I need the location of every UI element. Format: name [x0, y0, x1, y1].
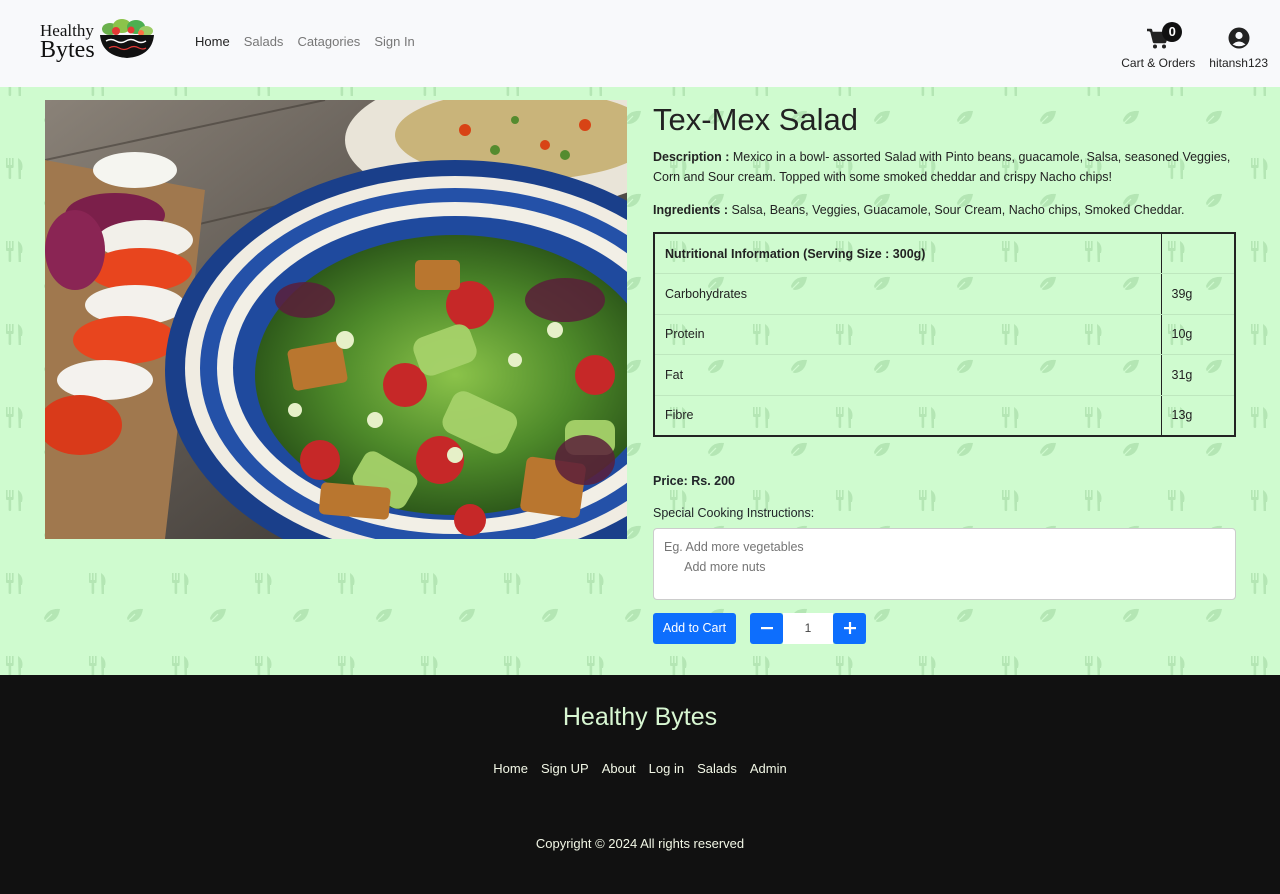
- navbar: Healthy Bytes Home Salads Catagories Sig…: [0, 0, 1280, 87]
- special-instructions-label: Special Cooking Instructions:: [653, 505, 815, 520]
- nutrient-name: Fat: [654, 354, 1161, 396]
- user-account-link[interactable]: hitansh123: [1209, 24, 1268, 70]
- nutrition-header: Nutritional Information (Serving Size : …: [654, 233, 1161, 274]
- nav-link-sign-in[interactable]: Sign In: [374, 34, 414, 49]
- increase-quantity-button[interactable]: [833, 612, 866, 644]
- minus-icon: [760, 627, 773, 630]
- nav-link-home[interactable]: Home: [195, 34, 230, 49]
- user-circle-icon: [1228, 27, 1250, 49]
- footer-links: Home Sign UP About Log in Salads Admin: [0, 761, 1280, 776]
- product-price: Price: Rs. 200: [653, 473, 735, 488]
- user-name-label: hitansh123: [1209, 56, 1268, 70]
- quantity-stepper: [750, 612, 866, 644]
- product-description: Description : Mexico in a bowl- assorted…: [653, 147, 1236, 187]
- footer-link-salads[interactable]: Salads: [697, 761, 737, 776]
- nav-right: 0 Cart & Orders hitansh123: [1121, 22, 1268, 70]
- cart-orders-link[interactable]: 0 Cart & Orders: [1121, 22, 1196, 70]
- description-text: Mexico in a bowl- assorted Salad with Pi…: [653, 150, 1231, 184]
- footer-link-log-in[interactable]: Log in: [649, 761, 684, 776]
- nutrient-value: 13g: [1160, 395, 1235, 436]
- cart-icon-wrap: 0: [1144, 22, 1183, 49]
- nutrient-name: Fibre: [654, 395, 1161, 436]
- nutrition-header-value: [1160, 233, 1235, 274]
- salad-bowl-logo-icon: [100, 19, 154, 58]
- nutrition-header-row: Nutritional Information (Serving Size : …: [654, 233, 1235, 274]
- footer-link-sign-up[interactable]: Sign UP: [541, 761, 589, 776]
- footer-link-admin[interactable]: Admin: [750, 761, 787, 776]
- copyright-text: Copyright © 2024 All rights reserved: [535, 836, 745, 851]
- product-ingredients: Ingredients : Salsa, Beans, Veggies, Gua…: [653, 200, 1236, 220]
- special-instructions-input[interactable]: [653, 527, 1236, 600]
- ingredients-label: Ingredients :: [653, 203, 729, 217]
- product-image: [45, 100, 627, 539]
- table-row: Fat 31g: [654, 354, 1235, 396]
- table-row: Protein 10g: [654, 314, 1235, 355]
- product-details: Tex-Mex Salad Description : Mexico in a …: [653, 100, 1236, 644]
- nutrient-name: Carbohydrates: [654, 273, 1161, 315]
- table-row: Carbohydrates 39g: [654, 273, 1235, 315]
- nutrient-name: Protein: [654, 314, 1161, 355]
- nutrition-table: Nutritional Information (Serving Size : …: [653, 232, 1236, 437]
- brand-line-2: Bytes: [40, 37, 95, 63]
- nav-links: Home Salads Catagories Sign In: [195, 34, 415, 49]
- decrease-quantity-button[interactable]: [750, 612, 783, 644]
- footer: Healthy Bytes Home Sign UP About Log in …: [0, 675, 1280, 894]
- nutrient-value: 10g: [1160, 314, 1235, 355]
- cart-count-badge: 0: [1162, 22, 1183, 42]
- cart-actions: Add to Cart: [653, 612, 1236, 644]
- footer-title: Healthy Bytes: [562, 703, 718, 731]
- brand-wordmark: Healthy Bytes: [40, 22, 95, 62]
- description-label: Description :: [653, 150, 730, 164]
- nav-link-salads[interactable]: Salads: [244, 34, 284, 49]
- brand-logo[interactable]: Healthy Bytes: [40, 18, 160, 64]
- footer-link-about[interactable]: About: [602, 761, 636, 776]
- quantity-input[interactable]: [783, 612, 833, 644]
- nav-link-categories[interactable]: Catagories: [297, 34, 360, 49]
- cart-orders-label: Cart & Orders: [1121, 56, 1196, 70]
- product-title: Tex-Mex Salad: [653, 102, 859, 137]
- nutrient-value: 39g: [1160, 273, 1235, 315]
- add-to-cart-button[interactable]: Add to Cart: [653, 612, 736, 644]
- product-section: Tex-Mex Salad Description : Mexico in a …: [0, 87, 1280, 675]
- ingredients-text: Salsa, Beans, Veggies, Guacamole, Sour C…: [728, 203, 1185, 217]
- plus-icon: [843, 622, 856, 634]
- nutrient-value: 31g: [1160, 354, 1235, 396]
- footer-link-home[interactable]: Home: [493, 761, 528, 776]
- table-row: Fibre 13g: [654, 395, 1235, 436]
